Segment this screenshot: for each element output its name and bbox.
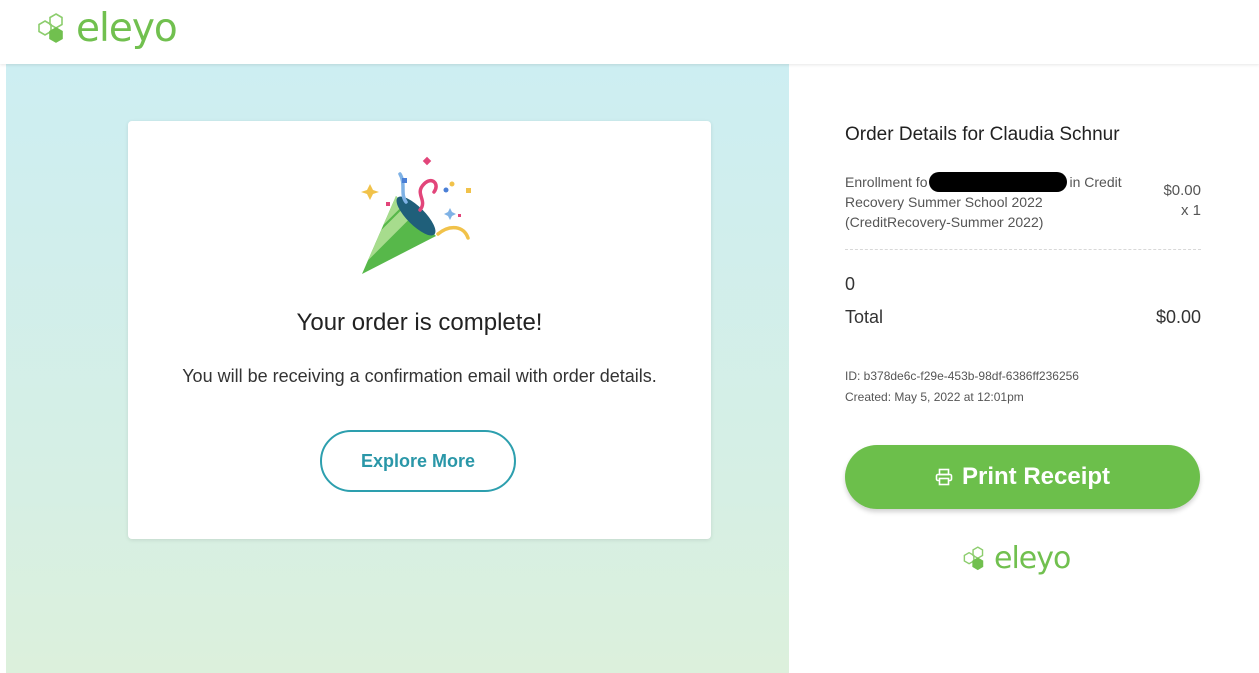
- logo-text: eleyo: [76, 6, 178, 51]
- confirmation-area: Your order is complete! You will be rece…: [6, 64, 789, 673]
- confirmation-message: You will be receiving a confirmation ema…: [182, 366, 657, 386]
- total-label: Total: [845, 307, 884, 327]
- eleyo-logo[interactable]: eleyo: [36, 6, 178, 51]
- explore-more-button[interactable]: Explore More: [320, 430, 516, 492]
- item-desc-prefix: Enrollment fo: [845, 174, 928, 190]
- honeycomb-logo-icon: [38, 12, 63, 43]
- order-item-price-block: $0.00 x 1: [1163, 181, 1201, 221]
- eleyo-footer-logo: eleyo: [962, 541, 1071, 576]
- order-created-date: Created: May 5, 2022 at 12:01pm: [845, 390, 1024, 404]
- subtotal-value: 0: [845, 274, 856, 294]
- print-receipt-label: Print Receipt: [961, 463, 1111, 490]
- redacted-name: [929, 172, 1068, 192]
- printer-icon: [935, 468, 953, 486]
- confirmation-card: Your order is complete! You will be rece…: [128, 121, 711, 539]
- item-divider: [845, 249, 1201, 250]
- order-details-title: Order Details for Claudia Schnur: [845, 124, 1120, 145]
- order-item-description: Enrollment fo in Credit Recovery Summer S…: [845, 172, 1145, 232]
- party-popper-icon: [361, 156, 471, 274]
- total-value: $0.00: [1155, 307, 1201, 327]
- honeycomb-logo-icon: [963, 545, 984, 570]
- item-quantity: x 1: [1180, 202, 1201, 219]
- logo-text: eleyo: [994, 541, 1071, 576]
- print-receipt-button[interactable]: Print Receipt: [845, 445, 1200, 509]
- order-id: ID: b378de6c-f29e-453b-98df-6386ff236256: [845, 369, 1079, 383]
- top-header: eleyo: [0, 0, 1259, 64]
- order-details-panel: Order Details for Claudia Schnur Enrollm…: [789, 64, 1259, 673]
- item-price: $0.00: [1163, 182, 1201, 199]
- order-complete-title: Your order is complete!: [296, 309, 543, 336]
